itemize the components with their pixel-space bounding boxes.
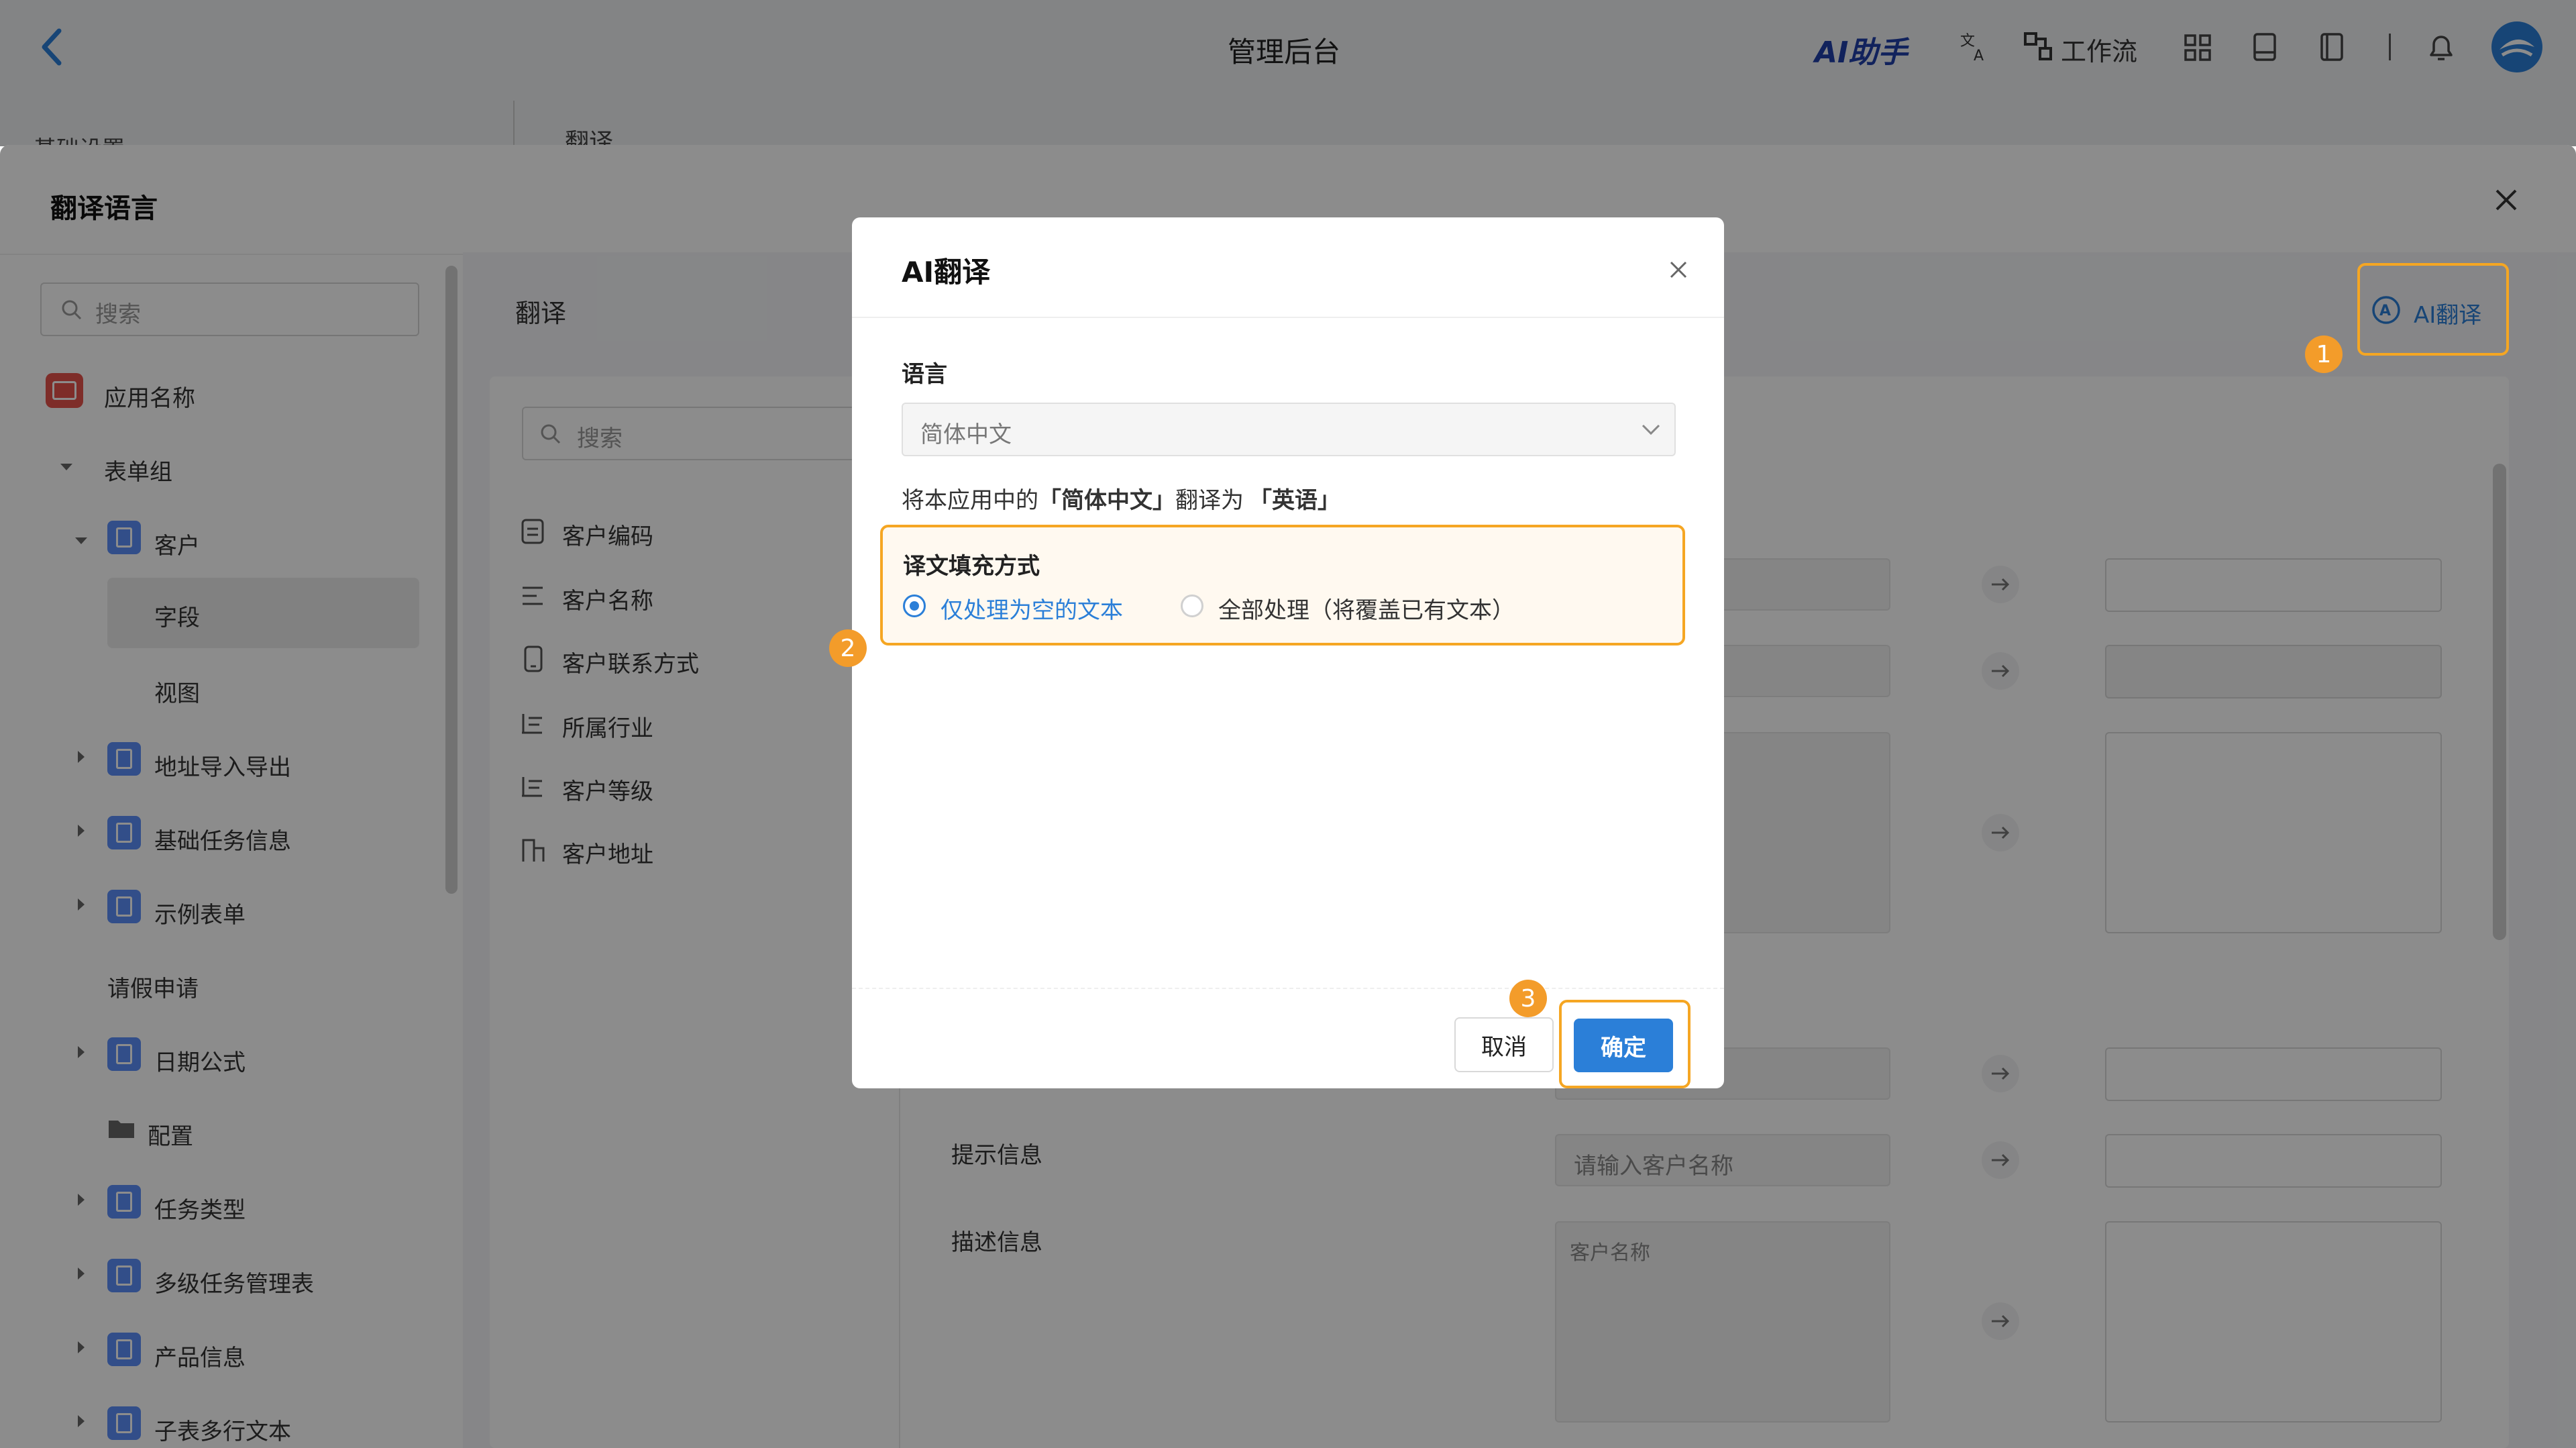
note-source-lang: 「简体中文」 [1038,487,1175,514]
dialog-title: AI翻译 [902,256,991,289]
radio-empty-only[interactable] [903,594,926,617]
translate-note: 将本应用中的「简体中文」翻译为 「英语」 [902,482,1340,515]
ai-translate-dialog: AI翻译 语言 简体中文 将本应用中的「简体中文」翻译为 「英语」 译文填充方式 … [852,217,1724,1088]
note-target-lang: 「英语」 [1249,487,1340,514]
chevron-down-icon [1642,424,1660,435]
cancel-button[interactable]: 取消 [1454,1017,1554,1072]
language-select[interactable]: 简体中文 [902,403,1676,456]
fill-mode-section: 译文填充方式 仅处理为空的文本 全部处理（将覆盖已有文本） [880,525,1685,645]
fill-mode-label: 译文填充方式 [903,553,1040,580]
option-empty-only-label[interactable]: 仅处理为空的文本 [941,592,1123,625]
radio-process-all[interactable] [1181,594,1203,617]
step-badge: 1 [2305,335,2343,373]
divider [852,317,1724,318]
step-badge: 3 [1509,980,1547,1017]
highlight-frame [1559,1000,1690,1088]
language-label: 语言 [902,361,947,388]
divider [852,988,1724,989]
language-value: 简体中文 [920,421,1012,448]
close-icon[interactable] [1668,259,1689,280]
modal-mask [0,0,2576,146]
note-prefix: 将本应用中的 [902,487,1038,514]
option-process-all-label[interactable]: 全部处理（将覆盖已有文本） [1218,592,1515,625]
note-mid: 翻译为 [1175,487,1244,514]
step-badge: 2 [829,629,867,667]
highlight-frame [2357,263,2509,356]
